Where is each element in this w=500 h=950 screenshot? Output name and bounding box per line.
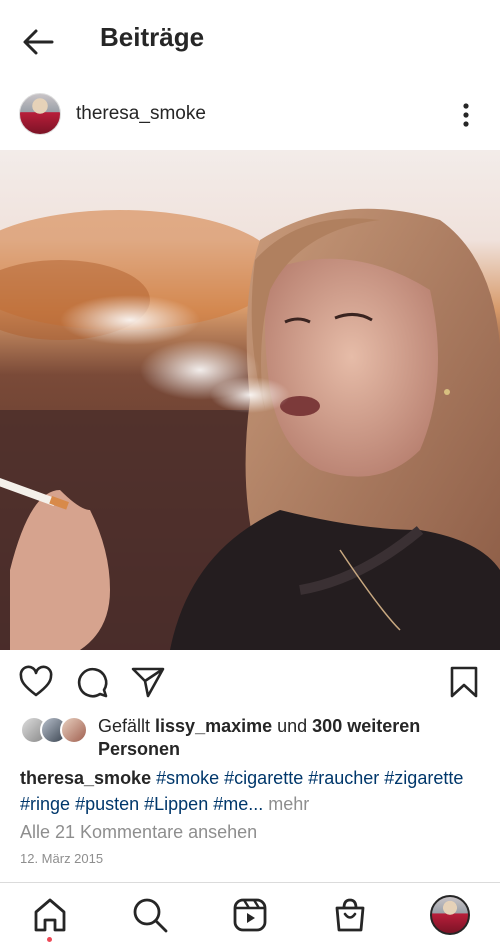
post-photo[interactable] [0,150,500,650]
hashtag[interactable]: #raucher [308,768,379,788]
reels-icon[interactable] [230,895,270,935]
hashtag[interactable]: #pusten [75,794,139,814]
hashtag[interactable]: #cigarette [224,768,303,788]
hashtag[interactable]: #zigarette [384,768,463,788]
post-actions [0,660,500,708]
search-icon[interactable] [130,895,170,935]
hashtag[interactable]: #me... [213,794,263,814]
post-caption: theresa_smoke #smoke #cigarette #raucher… [20,765,490,817]
hashtag[interactable]: #ringe [20,794,70,814]
author-avatar[interactable] [19,93,61,135]
send-icon[interactable] [130,664,166,700]
profile-avatar[interactable] [430,895,470,935]
likes-middle: und [272,716,313,736]
liker-avatars[interactable] [20,716,90,744]
home-icon[interactable] [30,895,70,935]
author-username[interactable]: theresa_smoke [76,103,206,125]
comment-icon[interactable] [74,664,110,700]
post-date: 12. März 2015 [20,851,104,866]
nav-divider [0,882,500,883]
caption-more-link[interactable]: mehr [263,794,309,814]
likes-prefix: Gefällt [98,716,156,736]
bookmark-icon[interactable] [446,664,482,700]
view-comments-link[interactable]: Alle 21 Kommentare ansehen [20,822,257,843]
shop-bag-icon[interactable] [330,895,370,935]
liker-username[interactable]: lissy_maxime [155,716,272,736]
page-title: Beiträge [100,22,205,52]
liker-avatar [60,716,88,744]
caption-username[interactable]: theresa_smoke [20,768,151,788]
back-arrow-icon[interactable] [20,24,56,60]
post-header: theresa_smoke [0,88,500,142]
notification-dot [47,937,52,942]
top-header: Beiträge [0,0,500,82]
hashtag[interactable]: #Lippen [144,794,208,814]
vertical-dots-icon[interactable] [456,100,476,130]
heart-icon[interactable] [18,664,54,700]
hashtag[interactable]: #smoke [156,768,219,788]
likes-text[interactable]: Gefällt lissy_maxime und 300 weiteren Pe… [98,715,488,761]
bottom-nav [0,885,500,950]
